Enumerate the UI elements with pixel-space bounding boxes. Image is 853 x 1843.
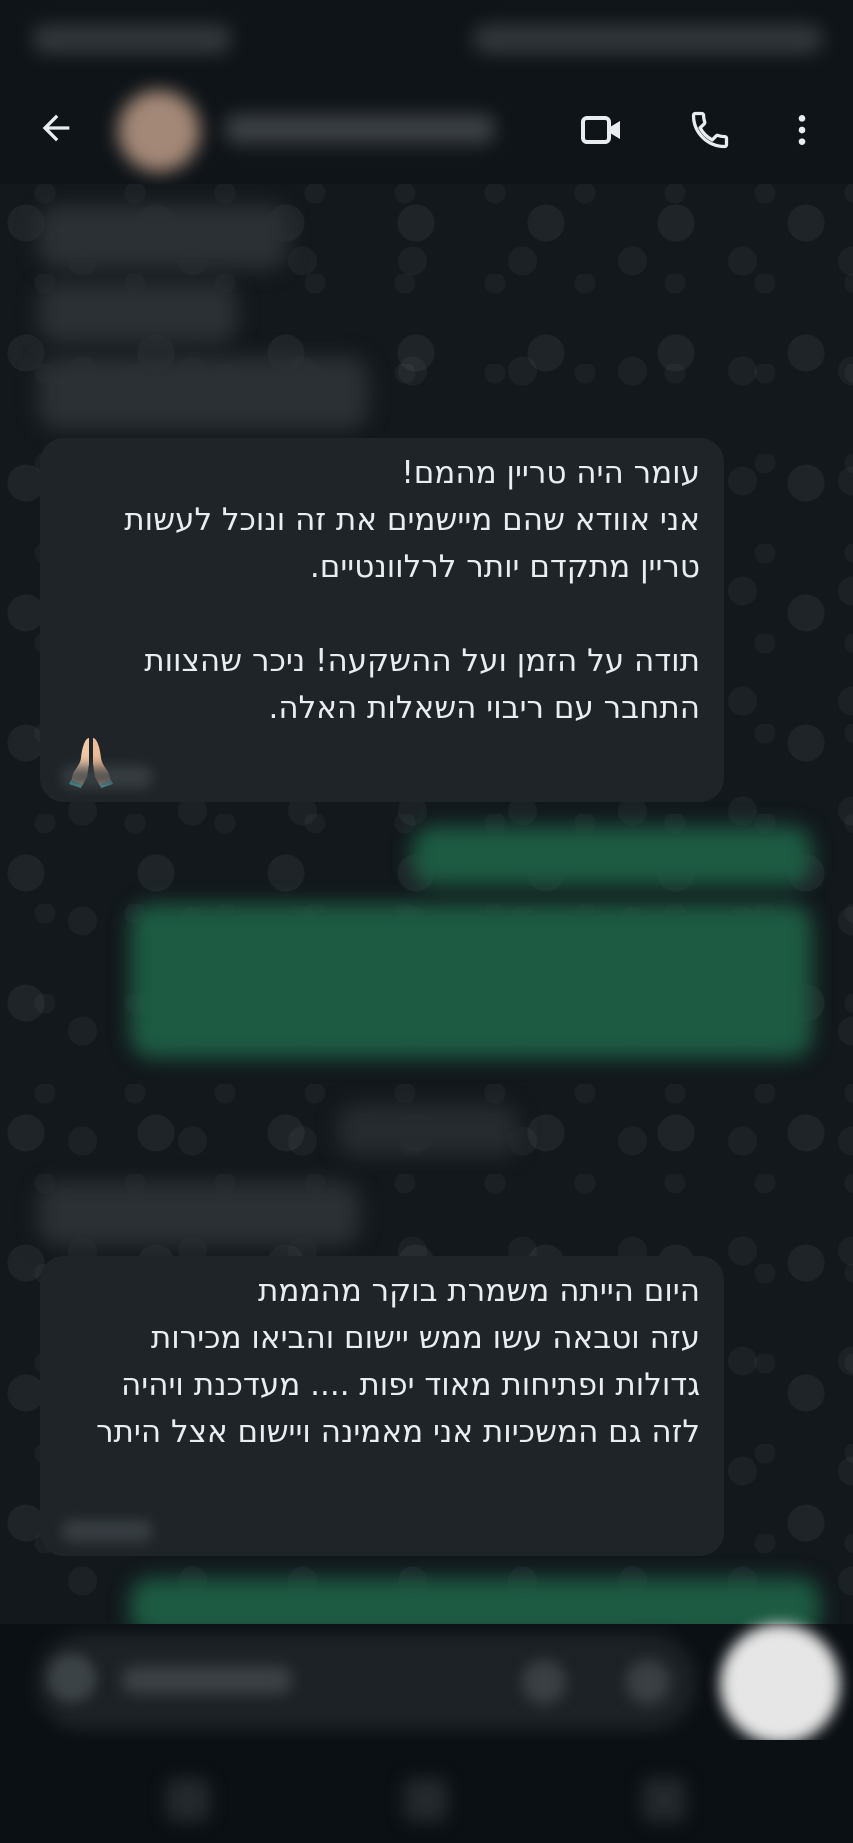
praying-hands-emoji — [64, 734, 700, 792]
redacted-outgoing-message — [130, 904, 812, 1058]
contact-avatar[interactable] — [118, 90, 200, 172]
more-vertical-icon — [798, 115, 806, 145]
status-bar — [0, 0, 853, 84]
incoming-message[interactable]: עומר היה טריין מהמם! אני אוודא שהם מיישמ… — [40, 438, 724, 802]
redacted-incoming-message — [38, 1182, 360, 1246]
message-input-placeholder-redacted — [122, 1666, 292, 1694]
message-timestamp-redacted — [62, 1520, 152, 1542]
attach-icon[interactable] — [522, 1660, 566, 1704]
nav-recent-apps-button[interactable] — [166, 1778, 210, 1822]
more-options-button[interactable] — [776, 104, 828, 156]
contact-name-redacted[interactable] — [225, 114, 495, 144]
video-camera-icon — [581, 116, 620, 144]
message-text: עומר היה טריין מהמם! אני אוודא שהם מיישמ… — [124, 455, 700, 726]
system-navigation-bar — [0, 1740, 853, 1843]
emoji-icon[interactable] — [48, 1654, 96, 1702]
redacted-incoming-message — [38, 204, 288, 270]
microphone-button[interactable] — [720, 1624, 840, 1744]
camera-icon[interactable] — [626, 1660, 670, 1704]
redacted-incoming-message — [38, 356, 368, 430]
redacted-outgoing-message — [412, 826, 812, 886]
back-button[interactable] — [30, 102, 82, 154]
message-timestamp-redacted — [62, 766, 152, 788]
message-input-bar — [0, 1624, 853, 1744]
nav-home-button[interactable] — [404, 1778, 448, 1822]
chat-header — [0, 84, 853, 184]
chat-messages-area[interactable]: עומר היה טריין מהמם! אני אוודא שהם מיישמ… — [0, 184, 853, 1624]
arrow-left-icon — [42, 114, 70, 142]
redacted-outgoing-message — [130, 1578, 820, 1624]
phone-icon — [691, 111, 729, 149]
redacted-date-chip — [338, 1104, 518, 1156]
message-text: היום הייתה משמרת בוקר מהממת עזה וטבאה עש… — [96, 1273, 700, 1450]
status-bar-indicators-redacted — [473, 24, 823, 54]
incoming-message[interactable]: היום הייתה משמרת בוקר מהממת עזה וטבאה עש… — [40, 1256, 724, 1556]
video-call-button[interactable] — [576, 104, 628, 156]
redacted-incoming-message — [38, 282, 238, 344]
nav-back-button[interactable] — [642, 1778, 686, 1822]
voice-call-button[interactable] — [684, 104, 736, 156]
status-bar-time-redacted — [32, 24, 232, 54]
